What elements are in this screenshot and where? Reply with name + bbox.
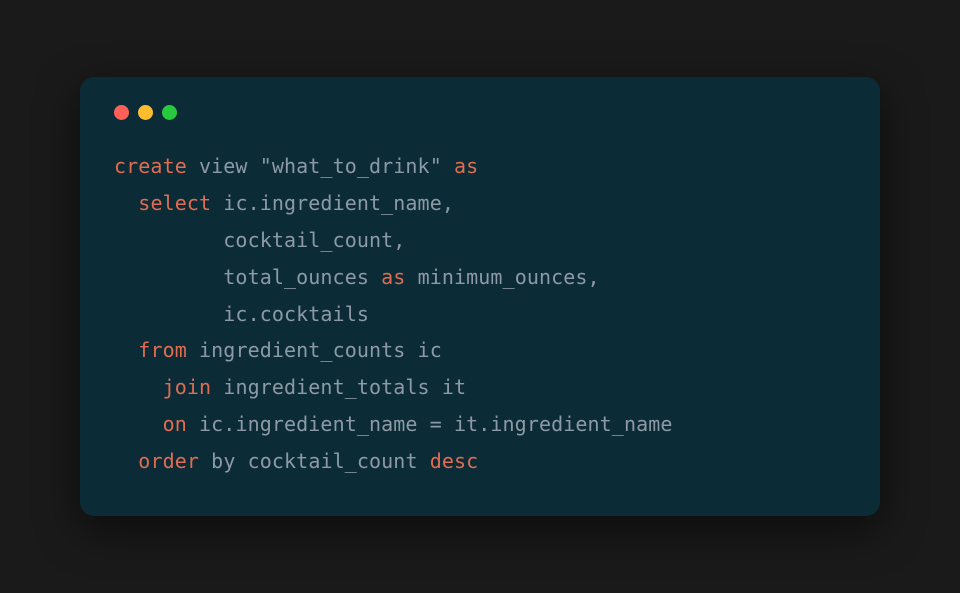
sql-code-block: create view "what_to_drink" as select ic… — [114, 148, 846, 479]
zoom-icon[interactable] — [162, 105, 177, 120]
code-token: cocktail_count — [235, 449, 429, 473]
code-token — [199, 449, 211, 473]
code-token: ic.ingredient_name = it.ingredient_name — [187, 412, 673, 436]
code-token: minimum_ounces, — [405, 265, 599, 289]
code-token: view — [187, 154, 260, 178]
code-token: as — [454, 154, 478, 178]
minimize-icon[interactable] — [138, 105, 153, 120]
code-token: ingredient_totals it — [211, 375, 466, 399]
code-token: create — [114, 154, 187, 178]
code-token: on — [163, 412, 187, 436]
code-token: ingredient_counts ic — [187, 338, 442, 362]
code-token: "what_to_drink" — [260, 154, 442, 178]
code-token: cocktail_count, — [223, 228, 405, 252]
code-token: from — [138, 338, 187, 362]
window-traffic-lights — [114, 105, 846, 120]
code-token: ic.cocktails — [223, 302, 369, 326]
code-token: as — [381, 265, 405, 289]
code-token: desc — [430, 449, 479, 473]
code-token: join — [163, 375, 212, 399]
code-token: order — [138, 449, 199, 473]
close-icon[interactable] — [114, 105, 129, 120]
code-token — [442, 154, 454, 178]
code-token: by — [211, 449, 235, 473]
code-token: total_ounces — [223, 265, 381, 289]
code-window: create view "what_to_drink" as select ic… — [80, 77, 880, 515]
code-token: ic.ingredient_name, — [211, 191, 454, 215]
code-token: select — [138, 191, 211, 215]
